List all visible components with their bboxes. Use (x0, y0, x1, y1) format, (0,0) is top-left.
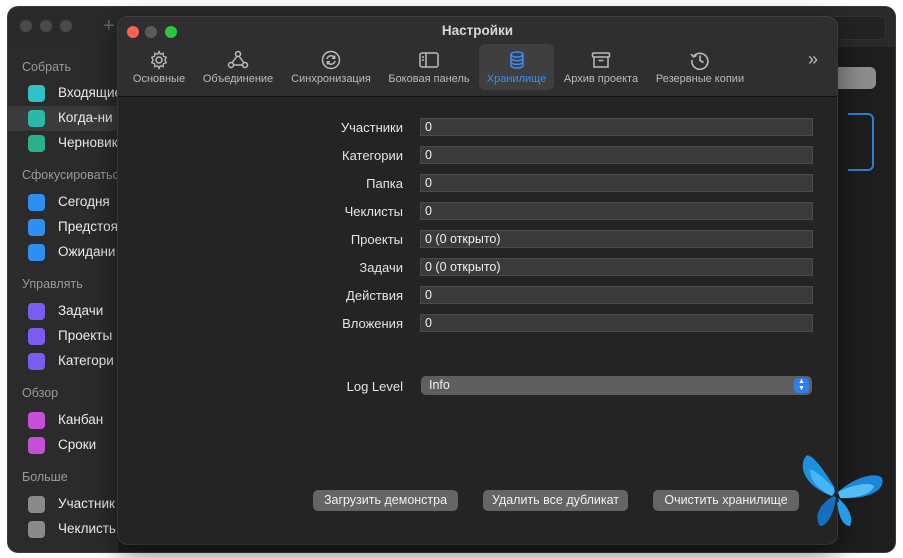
stat-value-attachments: 0 (420, 314, 813, 332)
tab-sync-label: Синхронизация (291, 73, 371, 85)
sidebar-item-label: Черновик (58, 135, 118, 150)
project-icon (28, 328, 45, 345)
tab-backups-label: Резервные копии (655, 73, 745, 85)
tab-merge[interactable]: Объединение (198, 44, 278, 90)
log-level-label: Log Level (346, 379, 403, 394)
bg-focused-panel (848, 113, 874, 171)
tab-sidebar[interactable]: Боковая панель (382, 44, 476, 90)
stat-value-projects: 0 (0 открыто) (420, 230, 813, 248)
sidebar-item[interactable]: Предстоя (8, 215, 118, 240)
checkbox-icon (28, 303, 45, 320)
bg-zoom-dot[interactable] (60, 20, 72, 32)
archive-icon (591, 52, 611, 68)
new-tab-icon[interactable]: + (103, 15, 115, 38)
sidebar-item-label: Когда-ни (58, 110, 113, 125)
sidebar-item-label: Проекты (58, 328, 113, 343)
tray-icon (28, 85, 45, 102)
sidebar-item[interactable]: Сегодня (8, 190, 118, 215)
remove-duplicates-button[interactable]: Удалить все дубликат (483, 490, 628, 511)
tab-sync[interactable]: Синхронизация (285, 44, 377, 90)
sidebar-item[interactable]: Канбан (8, 408, 118, 433)
sidebar-item[interactable]: Проекты (8, 324, 118, 349)
sidebar-item[interactable]: Категори (8, 349, 118, 374)
sidebar-item[interactable]: Чеклисть (8, 517, 118, 542)
sidebar-item-label: Задачи (58, 303, 104, 318)
sidebar-icon (419, 52, 439, 68)
tab-sidebar-label: Боковая панель (388, 73, 470, 85)
stat-value-participants: 0 (420, 118, 813, 136)
merge-icon (227, 50, 249, 69)
tab-merge-label: Объединение (202, 73, 274, 85)
stat-value-checklists: 0 (420, 202, 813, 220)
sidebar-item-label: Категори (58, 353, 114, 368)
stat-label-checklists: Чеклисты (344, 204, 403, 219)
history-icon (690, 52, 709, 70)
sidebar-item[interactable]: Участник (8, 492, 118, 517)
grid-icon (28, 353, 45, 370)
arrow-right-icon (28, 219, 45, 236)
stat-label-tasks: Задачи (359, 260, 403, 275)
sidebar-item-label: Чеклисть (58, 521, 116, 536)
sidebar-item[interactable]: Ожидани (8, 240, 118, 265)
sidebar: Собрать Входящие Когда-ни Черновик Сфокусиро… (8, 47, 126, 552)
stat-label-actions: Действия (346, 288, 403, 303)
sidebar-item[interactable]: Входящие (8, 81, 122, 106)
chevron-up-down-icon: ▲ ▼ (794, 378, 809, 393)
log-level-select[interactable]: Info ▲ ▼ (421, 376, 812, 395)
clear-storage-button[interactable]: Очистить хранилище (653, 490, 799, 511)
sidebar-section-title: Обзор (22, 386, 59, 400)
database-icon (509, 51, 524, 69)
settings-window: Настройки Основные Объединение Синхрониз… (118, 17, 837, 544)
sidebar-section-title: Собрать (22, 60, 72, 74)
tab-storage[interactable]: Хранилище (479, 44, 554, 90)
sync-icon (321, 50, 341, 70)
sidebar-section-title: Сфокусироваться (22, 168, 126, 182)
stat-value-folder: 0 (420, 174, 813, 192)
tab-project-archive-label: Архив проекта (563, 73, 639, 85)
person-icon (28, 496, 45, 513)
kanban-icon (28, 412, 45, 429)
checklist-icon (28, 521, 45, 538)
sidebar-item-label: Предстоя (58, 219, 118, 234)
bg-minimize-dot[interactable] (40, 20, 52, 32)
question-icon (28, 110, 45, 127)
sidebar-item-label: Канбан (58, 412, 104, 427)
sidebar-item[interactable]: Когда-ни (8, 106, 118, 131)
sidebar-item-label: Ожидани (58, 244, 116, 259)
stat-value-actions: 0 (420, 286, 813, 304)
settings-toolbar: Настройки Основные Объединение Синхрониз… (118, 17, 837, 97)
stat-label-categories: Категории (342, 148, 403, 163)
log-level-value: Info (429, 378, 450, 392)
draft-icon (28, 135, 45, 152)
cup-icon (28, 244, 45, 261)
bg-close-dot[interactable] (20, 20, 32, 32)
load-demo-button[interactable]: Загрузить демонстра (313, 490, 458, 511)
stat-label-projects: Проекты (350, 232, 403, 247)
tab-storage-label: Хранилище (486, 73, 547, 85)
stat-label-participants: Участники (340, 120, 403, 135)
stat-value-tasks: 0 (0 открыто) (420, 258, 813, 276)
sidebar-item[interactable]: Сроки (8, 433, 118, 458)
sidebar-item-label: Участник (58, 496, 115, 511)
stat-label-attachments: Вложения (342, 316, 403, 331)
star-icon (28, 194, 45, 211)
chevron-double-right-icon[interactable]: » (808, 49, 818, 70)
calendar-icon (28, 437, 45, 454)
sidebar-item-label: Сроки (58, 437, 97, 452)
tab-project-archive[interactable]: Архив проекта (558, 44, 644, 90)
stat-value-categories: 0 (420, 146, 813, 164)
gear-icon (150, 50, 168, 70)
sidebar-section-title: Управлять (22, 277, 83, 291)
stat-label-folder: Папка (366, 176, 403, 191)
butterfly-icon (802, 455, 883, 526)
sidebar-item[interactable]: Черновик (8, 131, 118, 156)
sidebar-item[interactable]: Задачи (8, 299, 118, 324)
sidebar-item-label: Входящие (58, 85, 123, 100)
tab-general[interactable]: Основные (127, 44, 191, 90)
tab-general-label: Основные (132, 73, 186, 85)
sidebar-item-label: Сегодня (58, 194, 110, 209)
window-title: Настройки (441, 23, 514, 38)
tab-backups[interactable]: Резервные копии (650, 44, 750, 90)
sidebar-section-title: Больше (22, 470, 68, 484)
